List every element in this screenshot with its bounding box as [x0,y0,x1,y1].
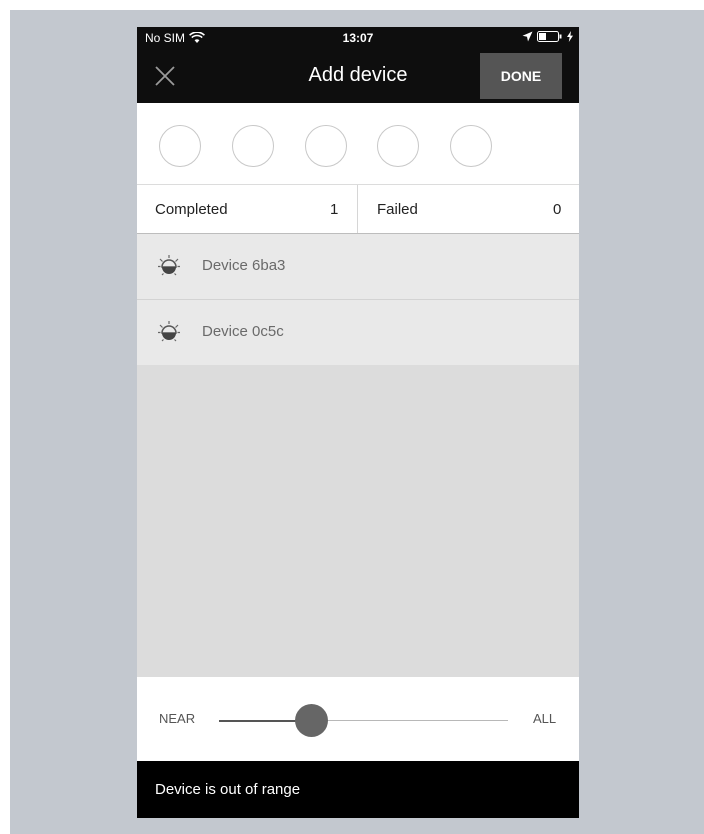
failed-count: 0 [553,200,562,218]
failed-label: Failed [377,200,418,218]
stats-divider [357,185,358,233]
status-bar: No SIM 13:07 [137,27,579,49]
done-button[interactable]: DONE [480,53,562,99]
stats-row: Completed 1 Failed 0 [137,184,579,234]
progress-circle [305,125,347,167]
progress-circle [377,125,419,167]
status-time: 13:07 [342,31,374,45]
completed-label: Completed [155,200,228,218]
toast-message: Device is out of range [137,761,579,818]
nav-bar: Add device DONE [137,49,579,103]
near-label: NEAR [159,711,196,726]
toast-text: Device is out of range [155,781,301,798]
progress-circles [137,103,579,184]
location-arrow-icon [522,31,533,42]
progress-circle [159,125,201,167]
completed-count: 1 [330,200,339,218]
device-row[interactable]: Device 0c5c [137,300,579,365]
status-right-group [522,31,573,42]
all-label: ALL [533,711,557,726]
bulb-icon [158,321,180,342]
device-name: Device 0c5c [202,323,284,340]
progress-circle [232,125,274,167]
device-row[interactable]: Device 6ba3 [137,234,579,299]
progress-circle [450,125,492,167]
range-slider-panel: NEAR ALL [137,677,579,761]
device-list: Device 6ba3 Device 0c5c [137,234,579,677]
device-name: Device 6ba3 [202,257,286,274]
charging-bolt-icon [567,31,573,42]
slider-thumb[interactable] [295,704,328,737]
bulb-icon [158,255,180,276]
slider-track[interactable] [311,720,508,721]
phone-screen: No SIM 13:07 Add device DONE Completed 1… [137,27,579,818]
battery-icon [537,31,562,42]
